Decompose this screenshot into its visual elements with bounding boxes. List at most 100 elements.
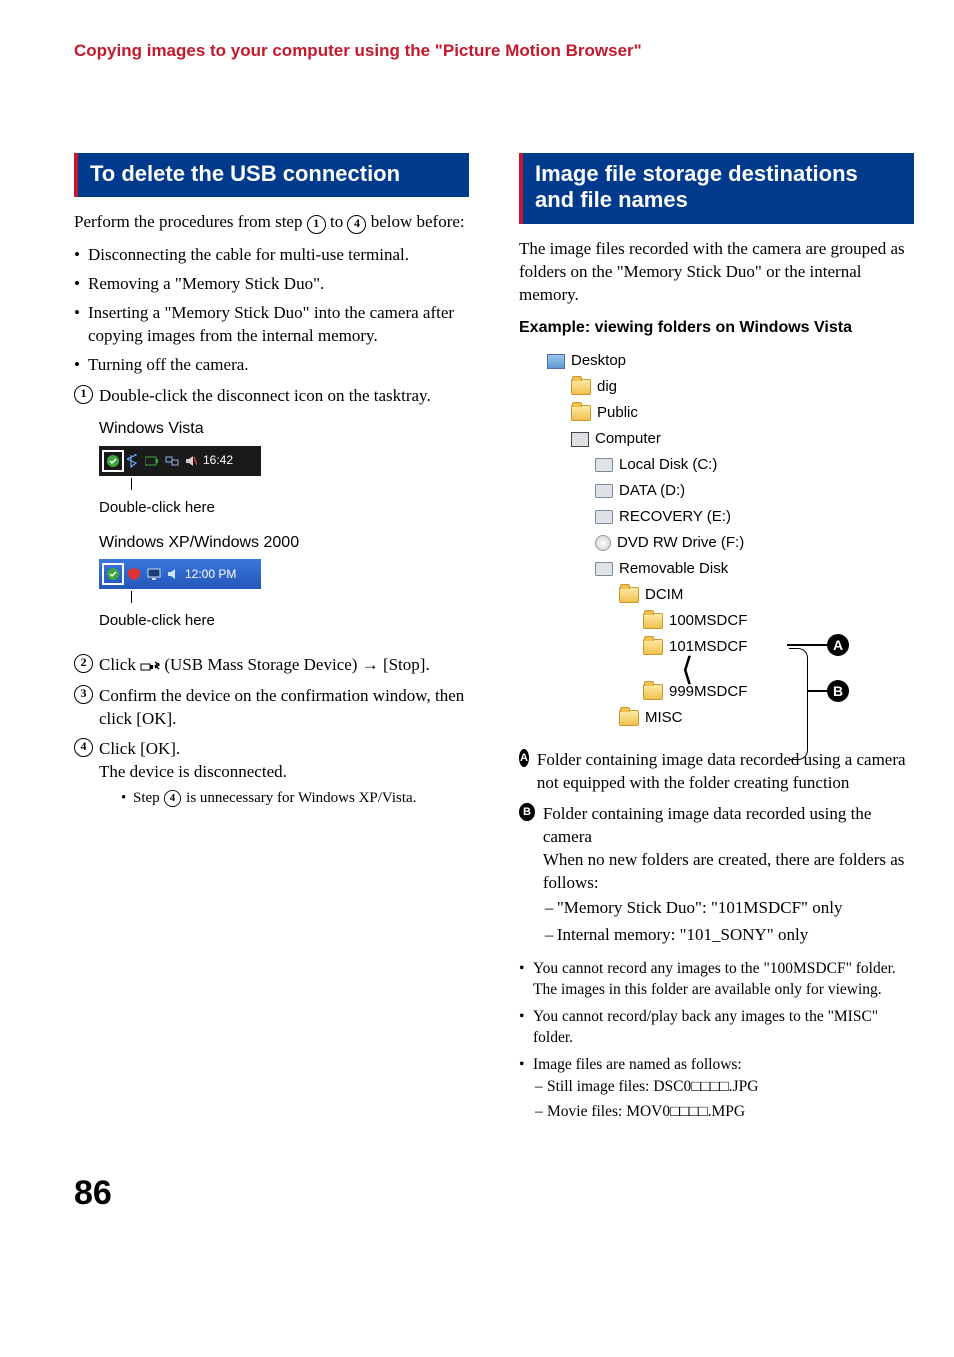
double-click-label: Double-click here	[99, 498, 431, 518]
ellipsis-icon: ⟨	[547, 660, 867, 679]
double-click-label: Double-click here	[99, 611, 431, 631]
tree-desktop: Desktop	[547, 348, 867, 374]
drive-icon	[595, 510, 613, 524]
tree-removable: Removable Disk	[547, 556, 867, 582]
callout-b: B	[807, 680, 849, 702]
callout-description-list: A Folder containing image data recorded …	[519, 749, 914, 951]
step-ref-from-icon: 1	[307, 215, 326, 234]
example-heading: Example: viewing folders on Windows Vist…	[519, 317, 914, 339]
drive-icon	[595, 562, 613, 576]
intro-text-a: Perform the procedures from step	[74, 212, 307, 231]
folder-icon	[571, 405, 591, 421]
intro-text-c: below before:	[366, 212, 464, 231]
folder-icon	[643, 639, 663, 655]
filename-sublist: Still image files: DSC0□□□□.JPG Movie fi…	[533, 1077, 914, 1123]
drive-icon	[595, 458, 613, 472]
step-number-icon: 3	[74, 685, 93, 704]
desc-text: Folder containing image data recorded us…	[543, 803, 914, 849]
step-text: Click (USB Mass Storage Device) → [Stop]…	[99, 654, 430, 677]
step-number-icon: 1	[74, 385, 93, 404]
step-result: The device is disconnected.	[99, 761, 416, 784]
section-title-right: Image file storage destinations and file…	[519, 153, 914, 224]
folder-icon	[619, 710, 639, 726]
battery-icon	[145, 456, 159, 466]
os-label-xp: Windows XP/Windows 2000	[99, 532, 431, 554]
tree-dcim: DCIM	[547, 582, 867, 608]
intro-text-b: to	[326, 212, 348, 231]
list-item: Inserting a "Memory Stick Duo" into the …	[74, 302, 469, 348]
tree-drive-c: Local Disk (C:)	[547, 452, 867, 478]
notes-list: You cannot record any images to the "100…	[519, 959, 914, 1123]
desc-b: B Folder containing image data recorded …	[519, 803, 914, 951]
folder-icon	[619, 587, 639, 603]
safely-remove-icon	[105, 453, 121, 469]
folder-icon	[571, 379, 591, 395]
section-title-left: To delete the USB connection	[74, 153, 469, 197]
os-label-vista: Windows Vista	[99, 418, 431, 440]
tasktray-vista: 16:42	[99, 446, 261, 476]
step-2: 2 Click (USB Mass Storage Device) → [Sto…	[74, 654, 469, 677]
list-item: "Memory Stick Duo": "101MSDCF" only	[543, 897, 914, 920]
clock-text: 12:00 PM	[185, 566, 236, 582]
list-item: You cannot record/play back any images t…	[519, 1007, 914, 1049]
callout-marker-b-icon: B	[519, 803, 535, 821]
list-item: You cannot record any images to the "100…	[519, 959, 914, 1001]
page-number: 86	[74, 1171, 914, 1217]
step-ref-to-icon: 4	[347, 215, 366, 234]
step-note: Step 4 is unnecessary for Windows XP/Vis…	[121, 788, 416, 808]
usb-eject-icon	[140, 659, 160, 673]
pointer-line	[131, 591, 132, 603]
desc-text: Folder containing image data recorded us…	[537, 749, 914, 795]
callout-marker-a-icon: A	[827, 634, 849, 656]
tree-100msdcf: 100MSDCF	[547, 608, 867, 634]
step-text: Double-click the disconnect icon on the …	[99, 386, 431, 405]
pointer-line	[131, 478, 132, 490]
tree-drive-e: RECOVERY (E:)	[547, 504, 867, 530]
list-item: Image files are named as follows: Still …	[519, 1055, 914, 1124]
step-ref-icon: 4	[164, 790, 181, 807]
running-header: Copying images to your computer using th…	[74, 40, 914, 63]
prerequisite-list: Disconnecting the cable for multi-use te…	[74, 244, 469, 377]
step-1: 1 Double-click the disconnect icon on th…	[74, 385, 469, 646]
intro-paragraph: The image files recorded with the camera…	[519, 238, 914, 307]
tree-computer: Computer	[547, 426, 867, 452]
desktop-icon	[547, 354, 565, 369]
step-list: 1 Double-click the disconnect icon on th…	[74, 385, 469, 809]
tasktray-xp: 12:00 PM	[99, 559, 261, 589]
list-item: Internal memory: "101_SONY" only	[543, 924, 914, 947]
monitor-icon	[147, 568, 161, 580]
intro-paragraph: Perform the procedures from step 1 to 4 …	[74, 211, 469, 234]
network-icon	[165, 455, 179, 467]
computer-icon	[571, 432, 589, 447]
list-item: Movie files: MOV0□□□□.MPG	[533, 1102, 914, 1123]
dvd-icon	[595, 535, 611, 551]
list-item: Disconnecting the cable for multi-use te…	[74, 244, 469, 267]
callout-marker-b-icon: B	[827, 680, 849, 702]
folder-icon	[643, 613, 663, 629]
left-column: To delete the USB connection Perform the…	[74, 153, 469, 1131]
tree-drive-d: DATA (D:)	[547, 478, 867, 504]
step-4: 4 Click [OK]. The device is disconnected…	[74, 738, 469, 808]
tree-drive-f: DVD RW Drive (F:)	[547, 530, 867, 556]
desc-a: A Folder containing image data recorded …	[519, 749, 914, 795]
step-number-icon: 2	[74, 654, 93, 673]
bracket-icon	[789, 648, 808, 760]
tree-public: Public	[547, 400, 867, 426]
tree-user: dig	[547, 374, 867, 400]
folder-tree: Desktop dig Public Computer Local Disk (…	[547, 348, 867, 731]
volume-icon	[185, 455, 197, 467]
step-number-icon: 4	[74, 738, 93, 757]
folder-icon	[643, 684, 663, 700]
list-item: Still image files: DSC0□□□□.JPG	[533, 1077, 914, 1098]
step-3: 3 Confirm the device on the confirmation…	[74, 685, 469, 731]
volume-icon	[167, 568, 179, 580]
drive-icon	[595, 484, 613, 498]
tree-misc: MISC	[547, 705, 867, 731]
shield-icon	[127, 567, 141, 581]
two-column-layout: To delete the USB connection Perform the…	[74, 153, 914, 1131]
clock-text: 16:42	[203, 452, 233, 468]
right-column: Image file storage destinations and file…	[519, 153, 914, 1131]
list-item: Turning off the camera.	[74, 354, 469, 377]
safely-remove-icon	[105, 566, 121, 582]
callout-marker-a-icon: A	[519, 749, 529, 767]
